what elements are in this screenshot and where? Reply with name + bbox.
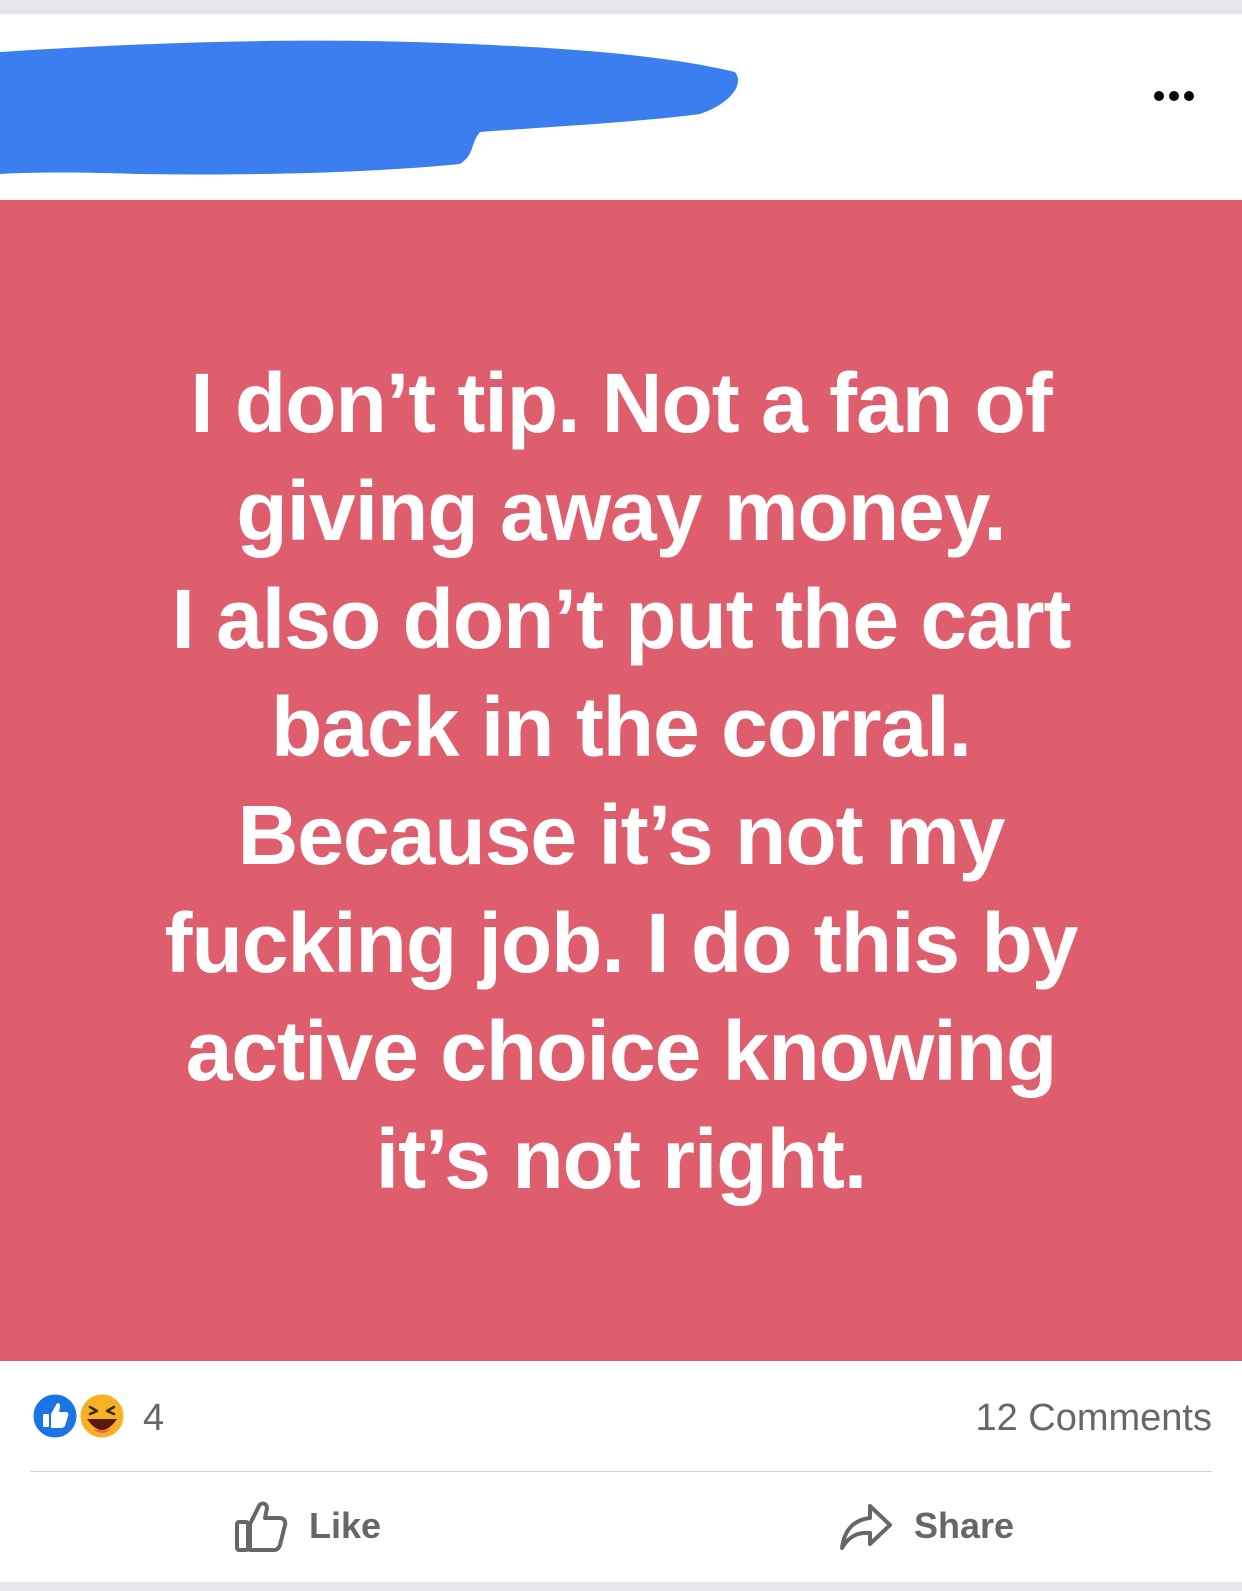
- more-dots-icon: [1154, 91, 1164, 101]
- post-text: I don’t tip. Not a fan of giving away mo…: [164, 355, 1079, 1206]
- more-dots-icon: [1169, 91, 1179, 101]
- reactions-summary: 4 12 Comments: [30, 1361, 1212, 1472]
- author-redaction-scribble: [0, 40, 739, 175]
- thumbs-up-icon: [235, 1501, 288, 1552]
- haha-reaction-icon: [77, 1391, 127, 1441]
- reaction-count[interactable]: 4: [143, 1397, 164, 1440]
- more-options-button[interactable]: [1142, 78, 1206, 114]
- post-header: [0, 14, 1242, 200]
- post-actions: Like Share: [0, 1472, 1242, 1582]
- share-arrow-icon: [840, 1504, 892, 1550]
- reaction-icons[interactable]: [30, 1391, 130, 1441]
- share-label: Share: [914, 1505, 1015, 1546]
- share-button[interactable]: Share: [838, 1494, 1014, 1558]
- colored-background-post: I don’t tip. Not a fan of giving away mo…: [0, 200, 1242, 1361]
- comments-count-link[interactable]: 12 Comments: [975, 1397, 1212, 1440]
- post-card: I don’t tip. Not a fan of giving away mo…: [0, 14, 1242, 1582]
- like-reaction-icon: [30, 1391, 80, 1441]
- more-dots-icon: [1184, 91, 1194, 101]
- like-button[interactable]: Like: [233, 1494, 381, 1558]
- like-label: Like: [309, 1505, 382, 1546]
